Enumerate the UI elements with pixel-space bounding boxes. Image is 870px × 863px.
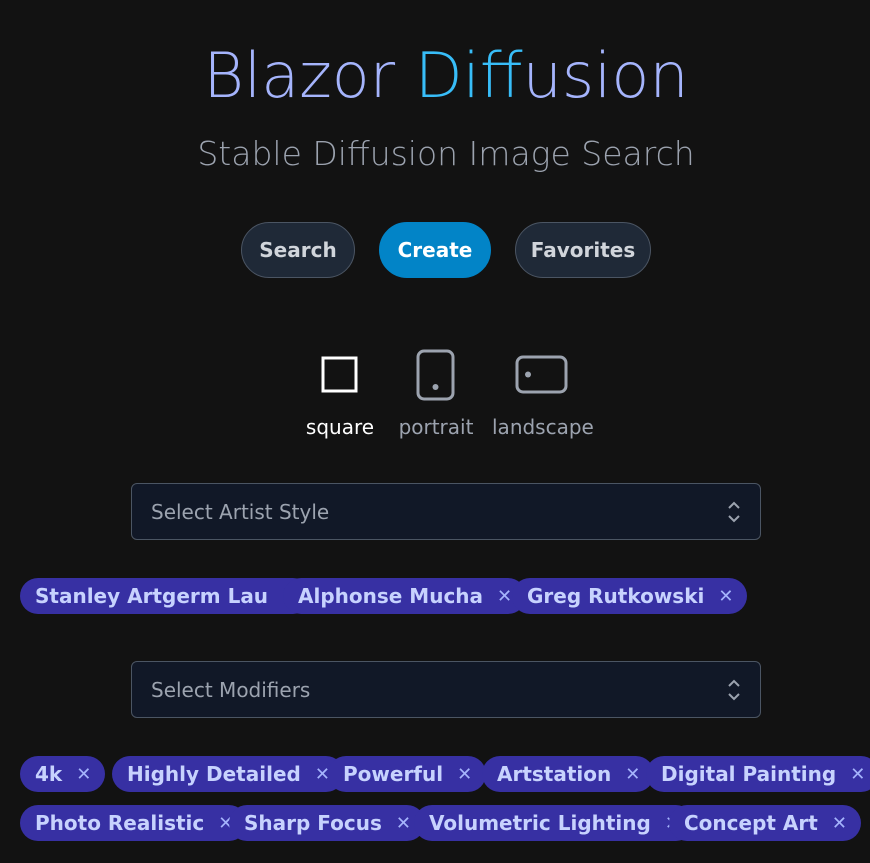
chip-label: Stanley Artgerm Lau bbox=[35, 584, 269, 608]
selected-chip: Powerful ✕ bbox=[328, 756, 487, 792]
selected-chip: Highly Detailed ✕ bbox=[112, 756, 344, 792]
chip-label: Photo Realistic bbox=[35, 811, 205, 835]
remove-chip-icon[interactable]: ✕ bbox=[396, 813, 411, 834]
favorites-button[interactable]: Favorites bbox=[515, 222, 651, 278]
artist-style-placeholder: Select Artist Style bbox=[151, 499, 330, 524]
chip-label: Powerful bbox=[343, 762, 444, 786]
chip-label: 4k bbox=[35, 762, 63, 786]
orientation-portrait-label: portrait bbox=[398, 415, 474, 439]
orientation-square-label: square bbox=[305, 415, 375, 439]
remove-chip-icon[interactable]: ✕ bbox=[832, 813, 847, 834]
chip-label: Artstation bbox=[497, 762, 612, 786]
remove-chip-icon[interactable]: ✕ bbox=[718, 586, 733, 607]
chip-label: Sharp Focus bbox=[244, 811, 382, 835]
create-button[interactable]: Create bbox=[379, 222, 491, 278]
chip-label: Volumetric Lighting bbox=[429, 811, 651, 835]
selected-chip: Alphonse Mucha ✕ bbox=[283, 578, 527, 614]
remove-chip-icon[interactable]: ✕ bbox=[625, 764, 640, 785]
remove-chip-icon[interactable]: ✕ bbox=[76, 764, 91, 785]
selected-chip: Sharp Focus ✕ bbox=[229, 805, 425, 841]
chevron-up-down-icon bbox=[726, 677, 742, 708]
orientation-square[interactable]: square bbox=[300, 345, 380, 439]
chip-label: Greg Rutkowski bbox=[527, 584, 705, 608]
square-icon bbox=[300, 345, 380, 405]
landscape-icon bbox=[492, 345, 592, 405]
selected-chip: Greg Rutkowski ✕ bbox=[512, 578, 748, 614]
remove-chip-icon[interactable]: ✕ bbox=[850, 764, 865, 785]
app-title: Blazor Diffusion bbox=[0, 38, 870, 114]
remove-chip-icon[interactable]: ✕ bbox=[457, 764, 472, 785]
orientation-landscape-label: landscape bbox=[492, 415, 594, 439]
selected-chip: Volumetric Lighting✕ bbox=[414, 805, 694, 841]
portrait-icon bbox=[395, 345, 477, 405]
app-title-part3: usion bbox=[522, 39, 689, 112]
chip-label: Highly Detailed bbox=[127, 762, 301, 786]
selected-chip: Concept Art ✕ bbox=[669, 805, 861, 841]
chevron-up-down-icon bbox=[726, 499, 742, 530]
artist-style-select[interactable]: Select Artist Style bbox=[131, 483, 761, 540]
modifiers-placeholder: Select Modifiers bbox=[151, 677, 311, 702]
orientation-landscape[interactable]: landscape bbox=[492, 345, 594, 439]
search-button[interactable]: Search bbox=[241, 222, 355, 278]
app-title-part1: Blazor bbox=[203, 39, 415, 112]
selected-chip: Photo Realistic ✕ bbox=[20, 805, 248, 841]
app-subtitle: Stable Diffusion Image Search bbox=[197, 134, 695, 173]
chip-label: Digital Painting bbox=[661, 762, 837, 786]
chip-label: Concept Art bbox=[684, 811, 818, 835]
app-title-part2: Diff bbox=[414, 39, 523, 112]
remove-chip-icon[interactable]: ✕ bbox=[497, 586, 512, 607]
selected-chip: 4k ✕ bbox=[20, 756, 106, 792]
modifiers-select[interactable]: Select Modifiers bbox=[131, 661, 761, 718]
chip-label: Alphonse Mucha bbox=[298, 584, 484, 608]
selected-chip: Stanley Artgerm Lau✕ bbox=[20, 578, 312, 614]
orientation-portrait[interactable]: portrait bbox=[395, 345, 477, 439]
selected-chip: Artstation ✕ bbox=[482, 756, 655, 792]
selected-chip: Digital Painting ✕ bbox=[646, 756, 870, 792]
